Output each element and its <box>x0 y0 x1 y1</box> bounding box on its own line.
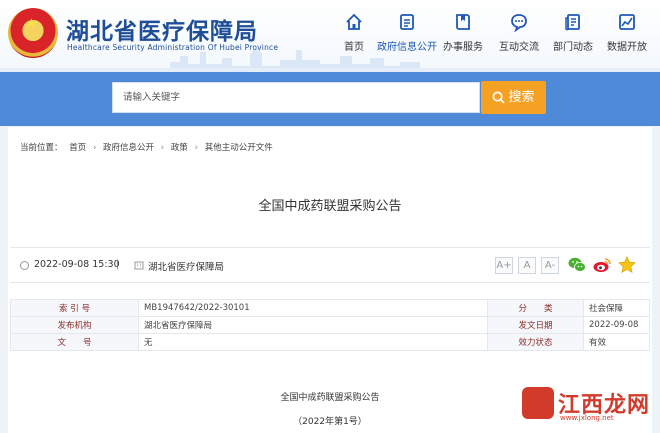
table-row: 索 引 号 MB1947642/2022-30101 分 类 社会保障 <box>10 299 650 317</box>
breadcrumb-separator: › <box>160 143 165 153</box>
watermark-mark <box>522 387 554 419</box>
nav-item-services[interactable]: 办事服务 <box>432 8 494 63</box>
home-icon <box>346 13 362 30</box>
article-publisher: 湖北省医疗保障局 <box>148 262 225 273</box>
search-button-label: 搜索 <box>508 90 535 105</box>
nav-label-services: 办事服务 <box>443 42 483 53</box>
breadcrumb-item-other-files[interactable]: 其他主动公开文件 <box>205 143 273 153</box>
nav-label-dept-news: 部门动态 <box>553 42 593 53</box>
article-title: 全国中成药联盟采购公告 <box>258 199 402 214</box>
book-icon <box>456 14 470 30</box>
nav-label-interaction: 互动交流 <box>499 42 539 53</box>
validity-value: 有效 <box>583 333 650 351</box>
category-value: 社会保障 <box>583 299 650 317</box>
document-info-table: 索 引 号 MB1947642/2022-30101 分 类 社会保障 发布机构… <box>10 299 650 351</box>
favorite-star-icon[interactable] <box>617 255 637 275</box>
font-size-normal-button[interactable]: A <box>518 257 536 274</box>
index-number-label: 索 引 号 <box>10 299 139 317</box>
site-header: ★ 湖北省医疗保障局 Healthcare Security Administr… <box>0 0 660 72</box>
weibo-share-icon[interactable] <box>592 255 612 275</box>
table-row: 发布机构 湖北省医疗保障局 发文日期 2022-09-08 <box>10 316 650 334</box>
watermark-logo: 江西龙网 www.jxlong.net <box>518 385 650 423</box>
issuer-label: 发布机构 <box>10 316 139 334</box>
article-date: 2022-09-08 15:30 <box>34 259 120 270</box>
category-label: 分 类 <box>487 299 584 317</box>
search-icon <box>493 91 506 104</box>
nav-item-open-data[interactable]: 数据开放 <box>596 8 658 63</box>
issue-date-value: 2022-09-08 <box>583 316 650 334</box>
nav-label-gov-info: 政府信息公开 <box>377 42 437 53</box>
table-row: 文 号 无 效力状态 有效 <box>10 333 650 351</box>
doc-number-value: 无 <box>138 333 488 351</box>
nav-item-interaction[interactable]: 互动交流 <box>488 8 550 63</box>
chat-icon <box>511 14 527 32</box>
doc-number-label: 文 号 <box>10 333 139 351</box>
breadcrumb-separator: › <box>194 143 198 153</box>
clock-icon <box>20 261 29 270</box>
search-button[interactable]: 搜索 <box>481 81 546 114</box>
nav-item-dept-news[interactable]: 部门动态 <box>542 8 604 63</box>
nav-item-gov-info[interactable]: 政府信息公开 <box>376 8 438 63</box>
breadcrumb-item-gov-info[interactable]: 政府信息公开 <box>103 143 154 153</box>
chart-icon <box>619 14 635 30</box>
font-size-decrease-button[interactable]: A- <box>541 257 559 274</box>
breadcrumb: 当前位置： 首页 › 政府信息公开 › 政策 › 其他主动公开文件 <box>20 141 277 153</box>
issuer-value: 湖北省医疗保障局 <box>138 316 488 334</box>
nav-label-open-data: 数据开放 <box>607 42 647 53</box>
breadcrumb-item-home[interactable]: 首页 <box>69 143 86 153</box>
breadcrumb-item-policy[interactable]: 政策 <box>171 143 188 153</box>
article-meta-bar: 2022-09-08 15:30 | 湖北省医疗保障局 A+ A A- <box>10 247 650 283</box>
issue-date-label: 发文日期 <box>487 316 584 334</box>
wechat-share-icon[interactable] <box>567 255 587 275</box>
index-number-value: MB1947642/2022-30101 <box>138 299 488 317</box>
document-icon <box>400 14 414 30</box>
validity-label: 效力状态 <box>487 333 584 351</box>
national-emblem-logo: ★ <box>8 8 58 58</box>
watermark-sub: www.jxlong.net <box>560 414 614 422</box>
news-icon <box>565 14 580 31</box>
font-size-increase-button[interactable]: A+ <box>495 257 513 274</box>
search-input[interactable]: 请输入关键字 <box>112 82 480 113</box>
meta-divider: | <box>116 259 120 270</box>
site-subtitle: Healthcare Security Administration Of Hu… <box>67 43 279 52</box>
site-title: 湖北省医疗保障局 <box>66 19 258 45</box>
breadcrumb-separator: › <box>92 143 97 153</box>
building-icon <box>134 261 144 270</box>
breadcrumb-prefix: 当前位置： <box>20 143 63 153</box>
